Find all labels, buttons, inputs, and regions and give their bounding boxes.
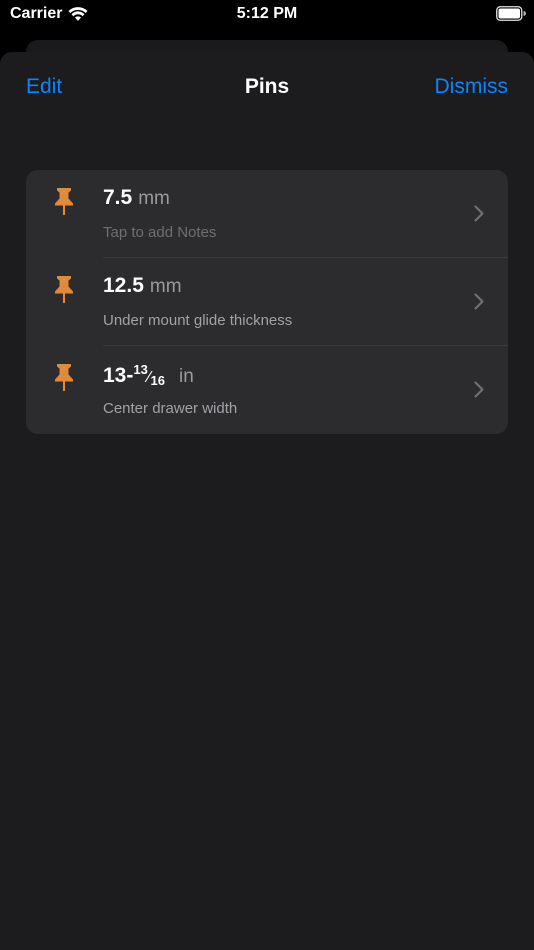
fraction-numerator: 13 <box>133 362 148 377</box>
measurement-whole: 13- <box>103 364 134 387</box>
pin-row-2[interactable]: 12.5 mm Under mount glide thickness <box>26 258 508 346</box>
measurement-value: 7.5 <box>103 186 133 209</box>
navigation-bar: Edit Pins Dismiss <box>0 52 534 124</box>
pin-value: 12.5 mm <box>103 274 182 298</box>
measurement-unit: mm <box>138 188 170 209</box>
fraction-denominator: 16 <box>150 373 165 388</box>
pushpin-icon <box>55 276 73 303</box>
measurement-unit: in <box>178 366 194 387</box>
pins-sheet: Edit Pins Dismiss 7.5 mm Tap to add Notes <box>0 52 534 950</box>
measurement-fraction: 13⁄16 <box>133 362 165 388</box>
pin-row-3[interactable]: 13-13⁄16 in Center drawer width <box>26 346 508 434</box>
pushpin-icon <box>55 188 73 215</box>
pin-note-placeholder: Tap to add Notes <box>103 224 217 241</box>
pin-list: 7.5 mm Tap to add Notes 12.5 mm Under moun… <box>26 170 508 434</box>
pin-value: 13-13⁄16 in <box>103 362 194 388</box>
measurement-value: 12.5 <box>103 274 144 297</box>
dismiss-button[interactable]: Dismiss <box>435 75 509 99</box>
chevron-right-icon <box>474 381 484 398</box>
pin-note: Under mount glide thickness <box>103 312 293 329</box>
status-bar: Carrier 5:12 PM <box>0 0 534 30</box>
pin-note: Center drawer width <box>103 400 238 417</box>
pin-row-1[interactable]: 7.5 mm Tap to add Notes <box>26 170 508 258</box>
chevron-right-icon <box>474 293 484 310</box>
pushpin-icon <box>55 364 73 391</box>
chevron-right-icon <box>474 205 484 222</box>
pin-value: 7.5 mm <box>103 186 170 210</box>
status-time: 5:12 PM <box>236 5 298 22</box>
measurement-unit: mm <box>149 276 182 297</box>
battery-icon <box>496 6 526 21</box>
